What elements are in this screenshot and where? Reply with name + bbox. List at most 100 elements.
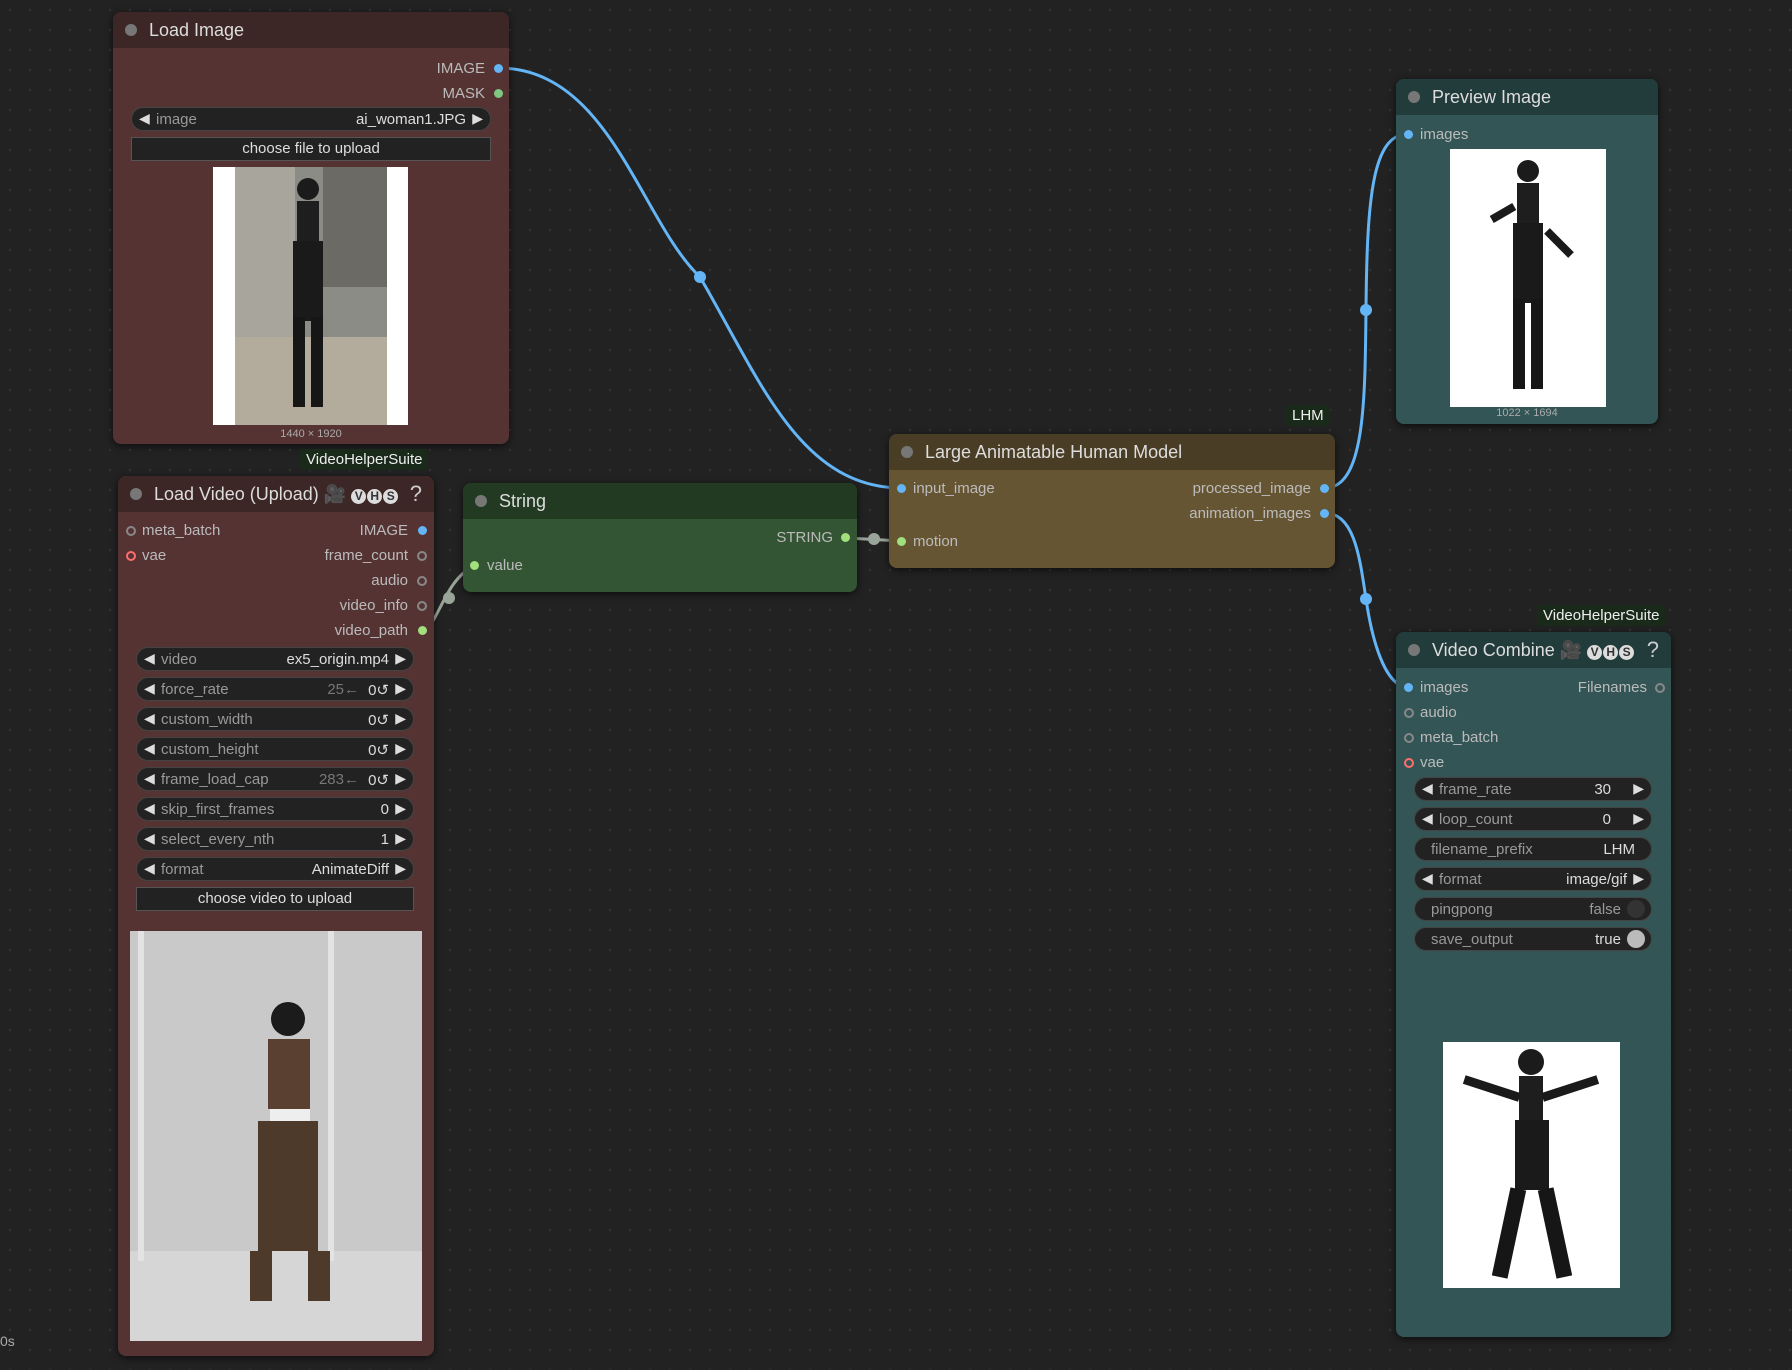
node-title-bar[interactable]: Large Animatable Human Model — [889, 434, 1335, 470]
filename-prefix-widget[interactable]: filename_prefix LHM — [1414, 837, 1652, 861]
widget-value: 0↺ — [368, 772, 389, 789]
input-vae-slot[interactable] — [126, 551, 136, 561]
arrow-left-icon[interactable]: ◀ — [144, 680, 155, 697]
widget-value: true — [1595, 931, 1621, 948]
output-animation-images-label: animation_images — [1189, 505, 1311, 522]
arrow-right-icon[interactable]: ▶ — [395, 800, 406, 817]
arrow-right-icon[interactable]: ▶ — [395, 830, 406, 847]
node-title: String — [499, 490, 547, 511]
toggle-on-icon[interactable] — [1627, 930, 1645, 948]
arrow-left-icon[interactable]: ◀ — [144, 710, 155, 727]
preview-output-image — [1450, 149, 1606, 407]
string-node[interactable]: String STRING value — [463, 483, 857, 592]
collapse-dot-icon[interactable] — [125, 24, 137, 36]
arrow-left-icon[interactable]: ◀ — [144, 770, 155, 787]
arrow-right-icon[interactable]: ▶ — [395, 860, 406, 877]
collapse-dot-icon[interactable] — [1408, 91, 1420, 103]
format-select-widget[interactable]: ◀ format image/gif ▶ — [1414, 867, 1652, 891]
input-images-slot[interactable] — [1404, 130, 1413, 139]
select-every-nth-widget[interactable]: ◀ select_every_nth 1 ▶ — [136, 827, 414, 851]
custom-width-widget[interactable]: ◀ custom_width 0↺ ▶ — [136, 707, 414, 731]
output-string-slot[interactable] — [841, 533, 850, 542]
node-title-bar[interactable]: String — [463, 483, 857, 519]
frame-rate-widget[interactable]: ◀ frame_rate 30 ▶ — [1414, 777, 1652, 801]
arrow-right-icon[interactable]: ▶ — [1633, 810, 1644, 827]
arrow-left-icon[interactable]: ◀ — [1422, 810, 1433, 827]
image-select-widget[interactable]: ◀ image ai_woman1.JPG ▶ — [131, 107, 491, 131]
node-title-bar[interactable]: Load Image — [113, 12, 509, 48]
video-combine-node[interactable]: Video Combine 🎥 VHS ? images audio meta_… — [1396, 632, 1671, 1337]
output-animation-images-slot[interactable] — [1320, 509, 1329, 518]
arrow-left-icon[interactable]: ◀ — [144, 830, 155, 847]
widget-label: format — [1439, 871, 1482, 888]
collapse-dot-icon[interactable] — [1408, 644, 1420, 656]
arrow-right-icon[interactable]: ▶ — [472, 110, 483, 127]
node-title-bar[interactable]: Preview Image — [1396, 79, 1658, 115]
pingpong-toggle[interactable]: pingpong false — [1414, 897, 1652, 921]
collapse-dot-icon[interactable] — [901, 446, 913, 458]
output-filenames-slot[interactable] — [1655, 683, 1665, 693]
input-value-slot[interactable] — [470, 561, 479, 570]
node-title: Preview Image — [1432, 86, 1552, 107]
preview-image-node[interactable]: Preview Image images 1022 × 1694 — [1396, 79, 1658, 424]
toggle-off-icon[interactable] — [1627, 900, 1645, 918]
loop-count-widget[interactable]: ◀ loop_count 0 ▶ — [1414, 807, 1652, 831]
output-audio-slot[interactable] — [417, 576, 427, 586]
load-video-node[interactable]: Load Video (Upload) 🎥 VHS ? meta_batch v… — [118, 476, 434, 1356]
arrow-left-icon[interactable]: ◀ — [144, 860, 155, 877]
arrow-right-icon[interactable]: ▶ — [395, 770, 406, 787]
arrow-right-icon[interactable]: ▶ — [395, 650, 406, 667]
arrow-right-icon[interactable]: ▶ — [1633, 780, 1644, 797]
input-meta-batch-slot[interactable] — [126, 526, 136, 536]
input-audio-slot[interactable] — [1404, 708, 1414, 718]
output-video-path-slot[interactable] — [418, 626, 427, 635]
arrow-right-icon[interactable]: ▶ — [395, 710, 406, 727]
output-image-slot[interactable] — [418, 526, 427, 535]
output-image-slot[interactable] — [494, 64, 503, 73]
video-select-widget[interactable]: ◀ video ex5_origin.mp4 ▶ — [136, 647, 414, 671]
arrow-right-icon[interactable]: ▶ — [395, 680, 406, 697]
arrow-left-icon[interactable]: ◀ — [1422, 870, 1433, 887]
arrow-left-icon[interactable]: ◀ — [144, 650, 155, 667]
preview-dimensions: 1022 × 1694 — [1496, 407, 1558, 419]
widget-value: ai_woman1.JPG — [355, 111, 466, 128]
output-frame-count-slot[interactable] — [417, 551, 427, 561]
input-audio-label: audio — [1420, 704, 1457, 721]
arrow-right-icon[interactable]: ▶ — [395, 740, 406, 757]
input-motion-slot[interactable] — [897, 537, 906, 546]
arrow-left-icon[interactable]: ◀ — [144, 740, 155, 757]
output-video-info-slot[interactable] — [417, 601, 427, 611]
node-title-bar[interactable]: Video Combine 🎥 VHS ? — [1396, 632, 1671, 668]
node-source-badge: VideoHelperSuite — [1537, 605, 1666, 626]
help-icon[interactable]: ? — [410, 481, 422, 507]
load-image-node[interactable]: Load Image IMAGE MASK ◀ image ai_woman1.… — [113, 12, 509, 444]
skip-first-frames-widget[interactable]: ◀ skip_first_frames 0 ▶ — [136, 797, 414, 821]
node-title-bar[interactable]: Load Video (Upload) 🎥 VHS ? — [118, 476, 434, 512]
force-rate-widget[interactable]: ◀ force_rate 25← 0↺ ▶ — [136, 677, 414, 701]
widget-value: 30 — [1594, 781, 1611, 798]
output-processed-image-slot[interactable] — [1320, 484, 1329, 493]
custom-height-widget[interactable]: ◀ custom_height 0↺ ▶ — [136, 737, 414, 761]
choose-file-button[interactable]: choose file to upload — [131, 137, 491, 161]
input-images-slot[interactable] — [1404, 683, 1413, 692]
input-image-slot[interactable] — [897, 484, 906, 493]
input-images-label: images — [1420, 679, 1469, 696]
widget-label: filename_prefix — [1431, 841, 1533, 858]
frame-load-cap-widget[interactable]: ◀ frame_load_cap 283← 0↺ ▶ — [136, 767, 414, 791]
arrow-right-icon[interactable]: ▶ — [1633, 870, 1644, 887]
output-mask-slot[interactable] — [494, 89, 503, 98]
arrow-left-icon[interactable]: ◀ — [144, 800, 155, 817]
input-vae-slot[interactable] — [1404, 758, 1414, 768]
widget-hint: 283← — [318, 771, 359, 788]
collapse-dot-icon[interactable] — [130, 488, 142, 500]
help-icon[interactable]: ? — [1647, 637, 1659, 663]
arrow-left-icon[interactable]: ◀ — [1422, 780, 1433, 797]
save-output-toggle[interactable]: save_output true — [1414, 927, 1652, 951]
collapse-dot-icon[interactable] — [475, 495, 487, 507]
choose-video-button[interactable]: choose video to upload — [136, 887, 414, 911]
arrow-left-icon[interactable]: ◀ — [139, 110, 150, 127]
widget-label: video — [161, 651, 197, 668]
format-select-widget[interactable]: ◀ format AnimateDiff ▶ — [136, 857, 414, 881]
input-meta-batch-slot[interactable] — [1404, 733, 1414, 743]
lhm-node[interactable]: Large Animatable Human Model input_image… — [889, 434, 1335, 568]
